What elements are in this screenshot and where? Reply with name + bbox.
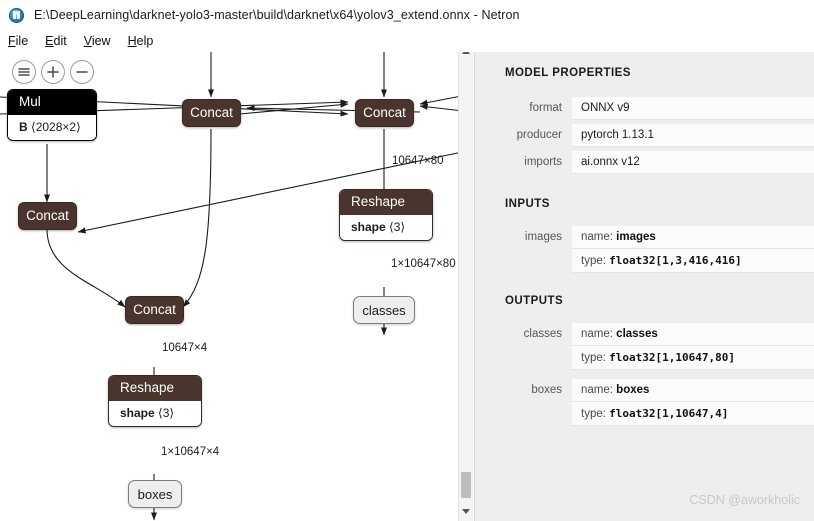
zoom-in-icon[interactable]	[41, 60, 65, 84]
node-title: boxes	[137, 486, 173, 502]
output-type-value: type: float32[1,10647,80]	[572, 346, 814, 370]
node-attribute-value: ⟨2028×2⟩	[31, 119, 81, 134]
property-label: producer	[516, 129, 562, 141]
output-name-text: classes	[616, 328, 658, 340]
node-attribute: B ⟨2028×2⟩	[8, 114, 96, 140]
node-attribute-name: shape	[120, 405, 155, 420]
property-row-producer: producer pytorch 1.13.1	[475, 124, 814, 147]
graph-vertical-scrollbar[interactable]	[458, 42, 473, 521]
menu-view[interactable]: View	[84, 34, 111, 48]
property-value: ai.onnx v12	[572, 151, 814, 174]
property-label: format	[529, 102, 562, 114]
input-name-value: name: images	[572, 226, 814, 249]
output-name-key: name:	[581, 328, 613, 340]
zoom-out-icon[interactable]	[70, 60, 94, 84]
output-name-value: name: boxes	[572, 379, 814, 402]
node-attribute-value: ⟨3⟩	[158, 405, 175, 420]
output-name-value: name: classes	[572, 323, 814, 346]
properties-sidebar: MODEL PROPERTIES format ONNX v9 producer…	[474, 42, 814, 521]
window-title: E:\DeepLearning\darknet-yolo3-master\bui…	[34, 8, 520, 22]
node-title: Concat	[133, 302, 176, 318]
property-row-imports: imports ai.onnx v12	[475, 151, 814, 174]
node-title: Concat	[190, 105, 233, 121]
section-outputs-title: OUTPUTS	[505, 295, 564, 307]
scrollbar-thumb[interactable]	[461, 472, 471, 498]
menu-help-label: elp	[136, 34, 154, 48]
node-attribute-name: B	[19, 119, 28, 134]
edge-label-1x10647x80: 1×10647×80	[391, 258, 456, 270]
node-title: Reshape	[109, 376, 201, 401]
scroll-down-arrow[interactable]	[459, 504, 473, 518]
input-type-text: float32[1,3,416,416]	[609, 254, 742, 267]
input-name-text: images	[616, 231, 656, 243]
node-title: Reshape	[340, 190, 432, 215]
graph-node-reshape-classes[interactable]: Reshape shape ⟨3⟩	[339, 189, 433, 241]
property-value: ONNX v9	[572, 97, 814, 120]
graph-node-concat-a[interactable]: Concat	[18, 202, 77, 230]
menu-edit-label: dit	[53, 34, 67, 48]
section-model-properties-title: MODEL PROPERTIES	[505, 67, 631, 79]
output-name-key: name:	[581, 384, 613, 396]
netron-icon	[9, 7, 24, 23]
node-title: Concat	[26, 208, 69, 224]
graph-node-concat-d[interactable]: Concat	[125, 296, 184, 324]
menu-help[interactable]: Help	[128, 34, 154, 48]
graph-toolbar	[12, 60, 94, 84]
graph-node-concat-b[interactable]: Concat	[182, 99, 241, 127]
edge-label-10647x4: 10647×4	[162, 342, 208, 354]
node-title: Mul	[8, 90, 96, 115]
input-type-key: type:	[581, 255, 606, 267]
netron-window: E:\DeepLearning\darknet-yolo3-master\bui…	[0, 0, 814, 521]
menu-file[interactable]: File	[8, 34, 28, 48]
output-type-text: float32[1,10647,80]	[609, 351, 735, 364]
output-type-value: type: float32[1,10647,4]	[572, 402, 814, 426]
node-attribute: shape ⟨3⟩	[340, 214, 432, 240]
section-inputs-title: INPUTS	[505, 198, 550, 210]
property-value: pytorch 1.13.1	[572, 124, 814, 147]
output-label: boxes	[531, 384, 562, 396]
output-row-classes: classes name: classes type: float32[1,10…	[475, 323, 814, 370]
edge-label-1x10647x4: 1×10647×4	[161, 446, 220, 458]
property-label: imports	[524, 156, 562, 168]
output-label: classes	[523, 328, 562, 340]
output-type-key: type:	[581, 352, 606, 364]
title-bar: E:\DeepLearning\darknet-yolo3-master\bui…	[0, 0, 814, 30]
output-row-boxes: boxes name: boxes type: float32[1,10647,…	[475, 379, 814, 426]
menu-view-label: iew	[91, 34, 111, 48]
node-attribute: shape ⟨3⟩	[109, 400, 201, 426]
input-name-key: name:	[581, 231, 613, 243]
graph-canvas[interactable]: Mul B ⟨2028×2⟩ Concat Concat Concat Conc…	[0, 42, 472, 521]
graph-node-concat-c[interactable]: Concat	[355, 99, 414, 127]
output-type-key: type:	[581, 408, 606, 420]
menu-bar: File Edit View Help	[0, 30, 814, 52]
input-label: images	[524, 231, 562, 243]
csdn-watermark: CSDN @aworkholic	[689, 493, 800, 507]
graph-node-reshape-boxes[interactable]: Reshape shape ⟨3⟩	[108, 375, 202, 427]
node-attribute-value: ⟨3⟩	[389, 219, 406, 234]
node-title: Concat	[363, 105, 406, 121]
menu-file-label: ile	[15, 34, 29, 48]
edge-label-10647x80: 10647×80	[392, 155, 444, 167]
node-title: classes	[362, 302, 406, 318]
menu-edit[interactable]: Edit	[45, 34, 67, 48]
property-row-format: format ONNX v9	[475, 97, 814, 120]
graph-node-mul[interactable]: Mul B ⟨2028×2⟩	[7, 89, 97, 141]
node-attribute-name: shape	[351, 219, 386, 234]
output-type-text: float32[1,10647,4]	[609, 407, 729, 420]
graph-output-classes[interactable]: classes	[353, 296, 415, 324]
input-type-value: type: float32[1,3,416,416]	[572, 249, 814, 273]
graph-output-boxes[interactable]: boxes	[128, 480, 182, 508]
output-name-text: boxes	[616, 384, 650, 396]
hamburger-menu-icon[interactable]	[12, 60, 36, 84]
input-row-images: images name: images type: float32[1,3,41…	[475, 226, 814, 273]
